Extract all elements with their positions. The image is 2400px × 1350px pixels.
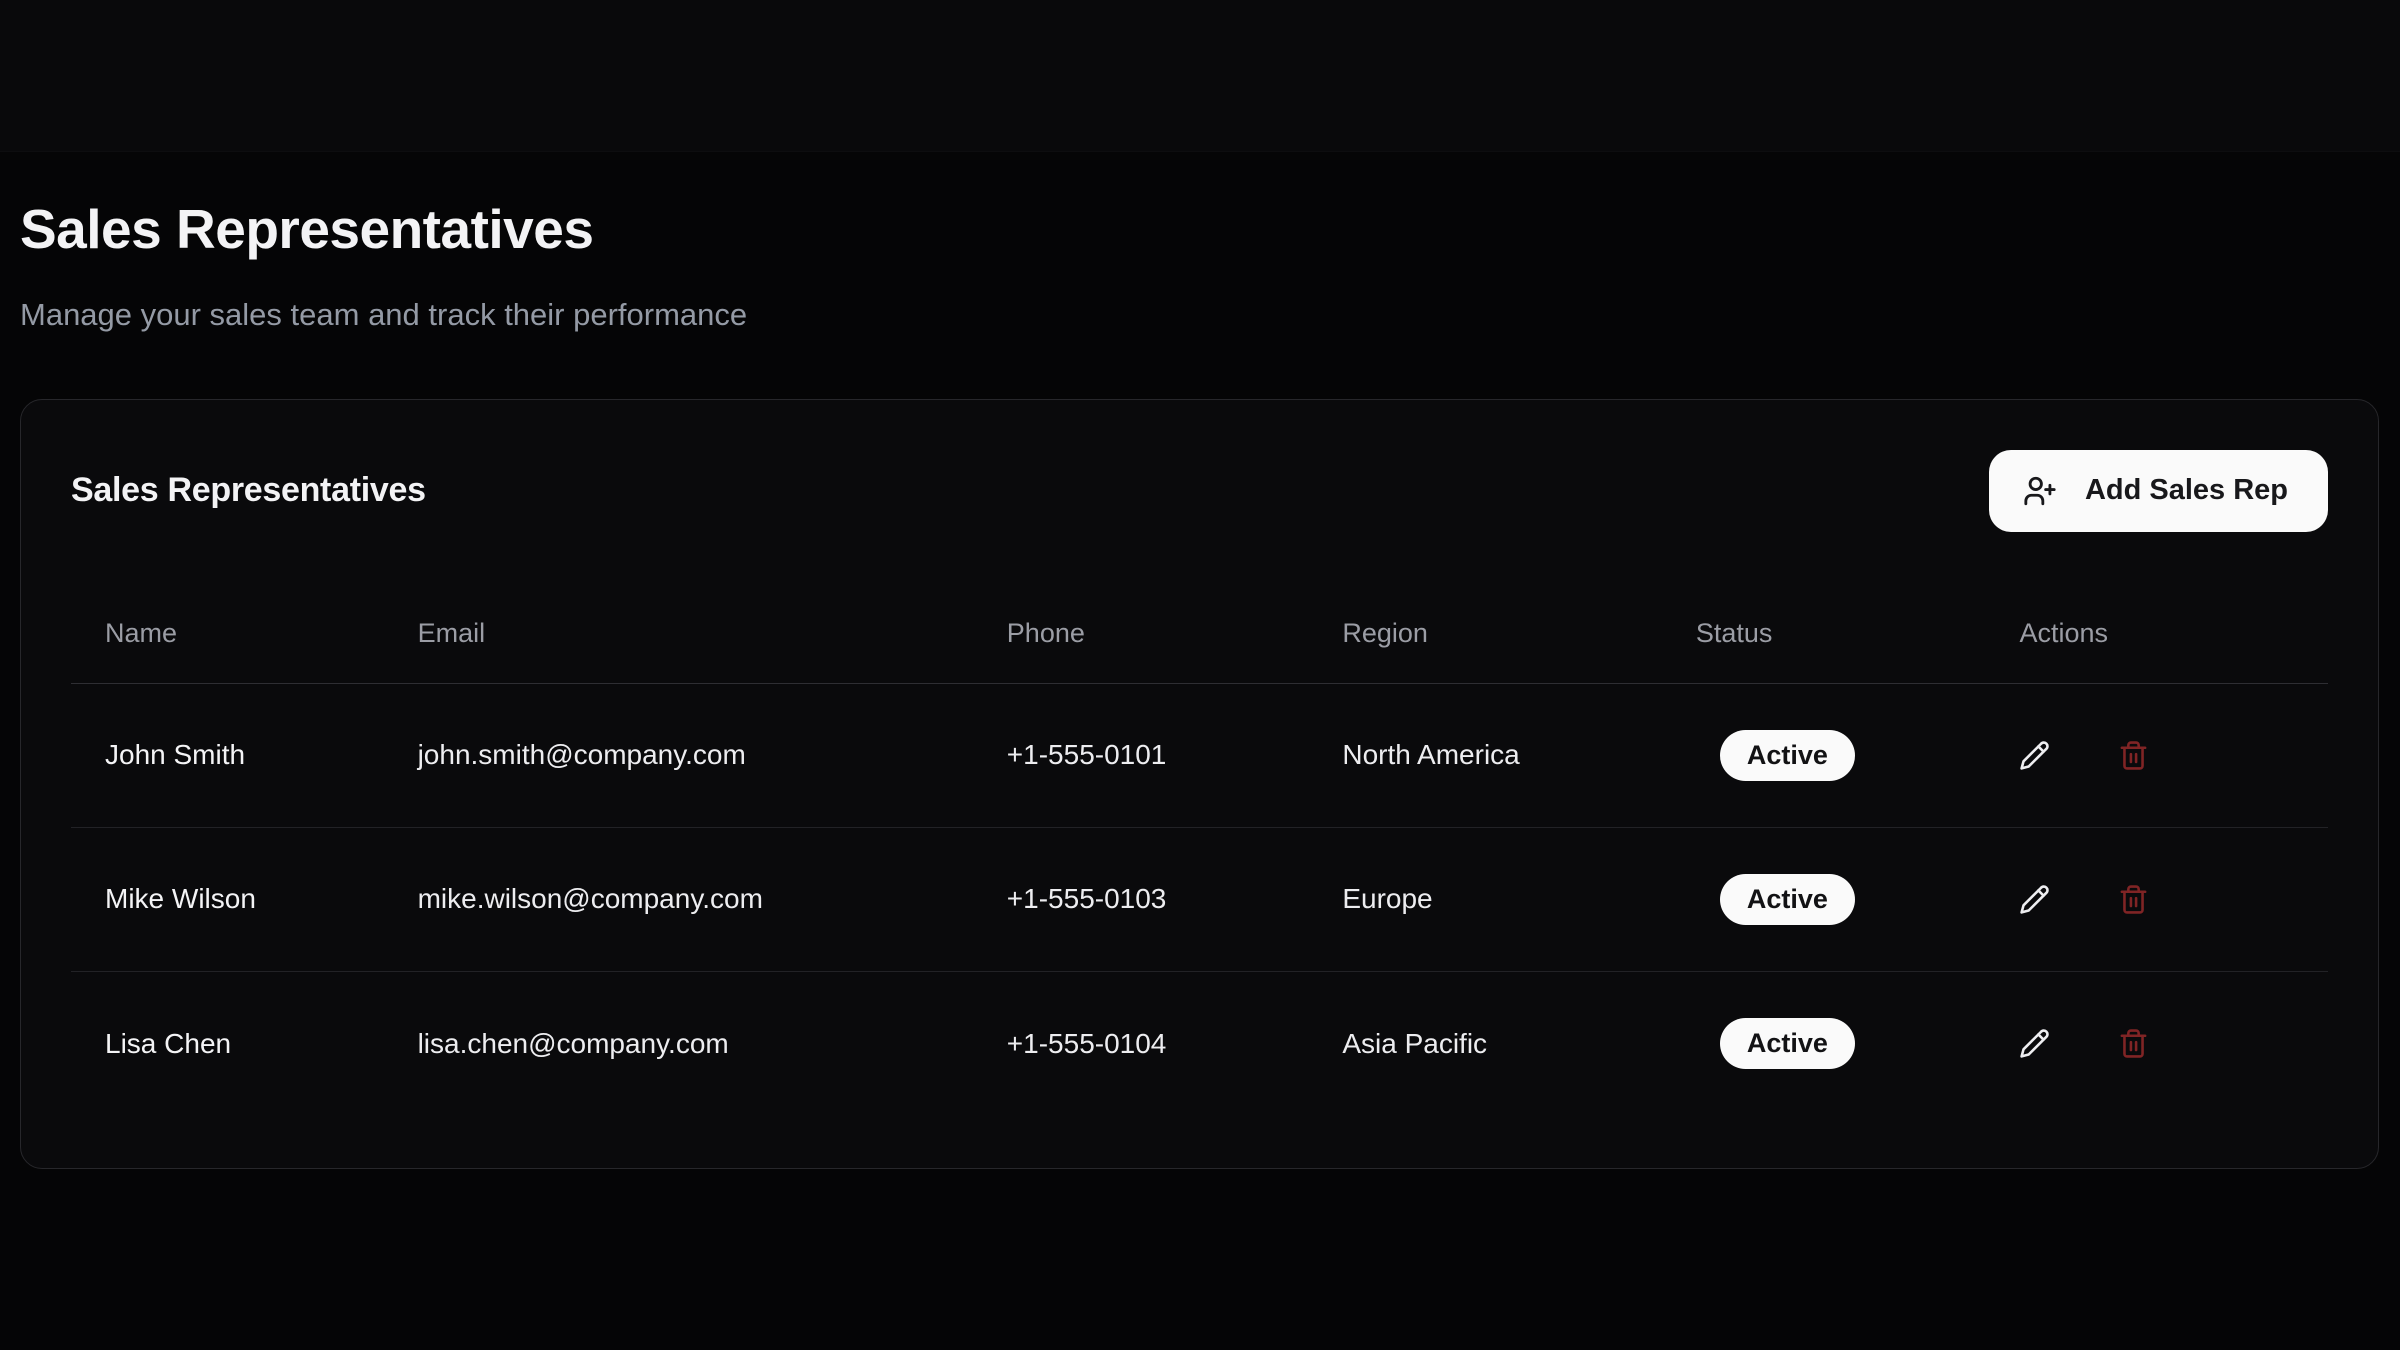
trash-icon (2118, 884, 2149, 915)
pencil-icon (2019, 740, 2050, 771)
cell-name: Mike Wilson (71, 883, 384, 915)
status-badge: Active (1720, 730, 1855, 781)
cell-email: mike.wilson@company.com (384, 883, 973, 915)
cell-region: Asia Pacific (1308, 1028, 1662, 1060)
delete-button[interactable] (2118, 884, 2149, 915)
cell-phone: +1-555-0104 (973, 1028, 1309, 1060)
table-header-row: Name Email Phone Region Status Actions (71, 584, 2328, 684)
table-row: Lisa Chen lisa.chen@company.com +1-555-0… (71, 972, 2328, 1116)
sales-reps-card: Sales Representatives Add Sales Rep Name… (20, 399, 2379, 1169)
status-badge: Active (1720, 1018, 1855, 1069)
cell-actions (1985, 884, 2328, 915)
add-sales-rep-button-label: Add Sales Rep (2085, 474, 2288, 507)
cell-region: North America (1308, 739, 1662, 771)
delete-button[interactable] (2118, 740, 2149, 771)
cell-name: John Smith (71, 739, 384, 771)
column-header-region: Region (1308, 618, 1662, 649)
table-row: John Smith john.smith@company.com +1-555… (71, 684, 2328, 828)
pencil-icon (2019, 1028, 2050, 1059)
pencil-icon (2019, 884, 2050, 915)
card-header: Sales Representatives Add Sales Rep (71, 450, 2328, 532)
delete-button[interactable] (2118, 1028, 2149, 1059)
trash-icon (2118, 1028, 2149, 1059)
add-sales-rep-button[interactable]: Add Sales Rep (1989, 450, 2328, 532)
cell-region: Europe (1308, 883, 1662, 915)
status-badge: Active (1720, 874, 1855, 925)
main-content: Sales Representatives Manage your sales … (0, 196, 2400, 1169)
cell-status: Active (1662, 730, 1986, 781)
edit-button[interactable] (2019, 884, 2050, 915)
cell-name: Lisa Chen (71, 1028, 384, 1060)
page-subtitle: Manage your sales team and track their p… (20, 296, 2380, 335)
cell-email: john.smith@company.com (384, 739, 973, 771)
column-header-phone: Phone (973, 618, 1309, 649)
page-title: Sales Representatives (20, 196, 2380, 262)
column-header-name: Name (71, 618, 384, 649)
trash-icon (2118, 740, 2149, 771)
sales-reps-table: Name Email Phone Region Status Actions J… (71, 584, 2328, 1116)
card-title: Sales Representatives (71, 471, 426, 510)
column-header-email: Email (384, 618, 973, 649)
top-header-band (0, 0, 2400, 152)
edit-button[interactable] (2019, 1028, 2050, 1059)
column-header-status: Status (1662, 618, 1986, 649)
table-row: Mike Wilson mike.wilson@company.com +1-5… (71, 828, 2328, 972)
edit-button[interactable] (2019, 740, 2050, 771)
cell-phone: +1-555-0101 (973, 739, 1309, 771)
cell-status: Active (1662, 874, 1986, 925)
cell-status: Active (1662, 1018, 1986, 1069)
cell-email: lisa.chen@company.com (384, 1028, 973, 1060)
column-header-actions: Actions (1985, 618, 2328, 649)
user-plus-icon (2023, 474, 2057, 508)
cell-actions (1985, 740, 2328, 771)
cell-phone: +1-555-0103 (973, 883, 1309, 915)
cell-actions (1985, 1028, 2328, 1059)
